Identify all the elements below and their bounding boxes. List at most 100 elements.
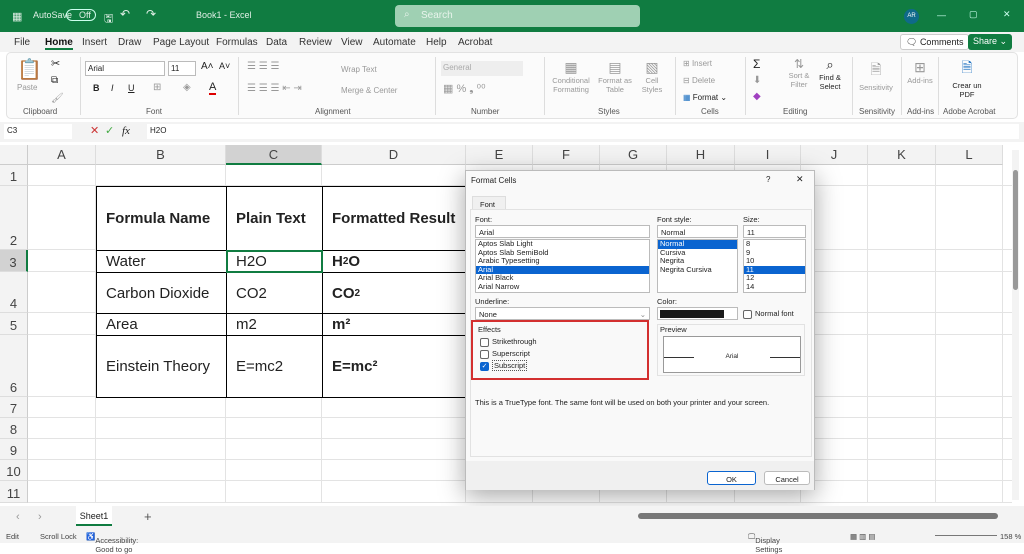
add-sheet-button[interactable]: + [144,509,152,524]
horizontal-scrollbar[interactable] [638,513,998,519]
font-color-icon[interactable]: A [209,81,217,95]
cell-c3-selected[interactable]: H2O [226,250,323,273]
column-header-k[interactable]: K [868,145,936,165]
close-window-button[interactable]: ✕ [1003,9,1011,20]
delete-cells-button[interactable]: ⊟ Delete [683,76,715,85]
tab-data[interactable]: Data [266,37,287,48]
wrap-text-button[interactable]: Wrap Text [341,65,377,74]
share-button[interactable]: Share ⌄ [968,34,1013,50]
cell-area[interactable]: Area [96,313,227,336]
cell-einstein-theory[interactable]: Einstein Theory [96,335,227,398]
font-style-input[interactable]: Normal [657,225,738,238]
font-style-list[interactable]: Normal Cursiva Negrita Negrita Cursiva [657,239,738,293]
font-list[interactable]: Aptos Slab Light Aptos Slab SemiBold Arabi… [475,239,650,293]
bold-button[interactable]: B [93,83,100,93]
row-header-5[interactable]: 5 [0,313,28,335]
column-header-a[interactable]: A [28,145,96,165]
tab-draw[interactable]: Draw [118,37,141,48]
avatar[interactable]: AR [904,9,919,24]
font-name-select[interactable]: Arial [85,61,165,76]
row-header-9[interactable]: 9 [0,439,28,460]
column-header-c[interactable]: C [226,145,322,165]
column-header-d[interactable]: D [322,145,466,165]
row-header-3[interactable]: 3 [0,250,28,272]
size-input[interactable]: 11 [743,225,806,238]
insert-function-button[interactable]: fx [122,125,130,137]
row-header-1[interactable]: 1 [0,165,28,186]
column-header-g[interactable]: G [600,145,667,165]
row-header-10[interactable]: 10 [0,460,28,481]
row-header-2[interactable]: 2 [0,186,28,250]
tab-home[interactable]: Home [45,37,73,50]
next-sheet-icon[interactable]: › [38,511,42,523]
superscript-checkbox[interactable]: Superscript [480,349,530,359]
header-plain-text[interactable]: Plain Text [226,186,323,251]
tab-insert[interactable]: Insert [82,37,107,48]
fill-icon[interactable]: ⬇ [753,75,761,86]
view-buttons[interactable]: ▦ ▥ ▤ [850,532,875,541]
tab-font[interactable]: Font [472,196,506,210]
column-header-l[interactable]: L [936,145,1003,165]
save-icon[interactable]: 🖫 [104,10,113,29]
cell-m2-result[interactable]: m² [322,313,466,336]
help-button[interactable]: ? [766,175,770,184]
column-header-i[interactable]: I [735,145,801,165]
column-header-e[interactable]: E [466,145,533,165]
list-option[interactable]: Arabic Typesetting [476,256,649,266]
autosum-icon[interactable]: Σ [753,57,760,71]
tab-review[interactable]: Review [299,37,332,48]
format-as-table-button[interactable]: ▤ Format as Table [595,59,635,94]
sensitivity-button[interactable]: 🗎 Sensitivity [857,59,895,92]
enter-icon[interactable]: ✓ [105,124,114,137]
cell-styles-button[interactable]: ▧ Cell Styles [637,59,667,94]
header-formula-name[interactable]: Formula Name [96,186,227,251]
column-header-b[interactable]: B [96,145,226,165]
clear-icon[interactable]: ◆ [753,91,761,102]
increase-font-icon[interactable]: A˄ [201,61,214,72]
cancel-icon[interactable]: ✕ [90,124,99,137]
sheet-tab-sheet1[interactable]: Sheet1 [76,506,112,526]
row-header-11[interactable]: 11 [0,481,28,503]
align-left-icons[interactable]: ☰ ☰ ☰ ⇤ ⇥ [247,83,302,94]
zoom-level[interactable]: 158 % [1000,532,1021,541]
cancel-button[interactable]: Cancel [764,471,810,485]
size-list[interactable]: 8 9 10 11 12 14 [743,239,806,293]
list-option[interactable]: 8 [744,239,805,249]
subscript-checkbox[interactable]: ✓ Subscript [480,360,528,371]
cell-carbon-dioxide[interactable]: Carbon Dioxide [96,272,227,314]
header-formatted-result[interactable]: Formatted Result [322,186,466,251]
tab-page-layout[interactable]: Page Layout [153,37,209,48]
cell-water[interactable]: Water [96,250,227,273]
decrease-font-icon[interactable]: A˅ [219,61,230,71]
search-box[interactable]: ⌕ Search [395,5,640,27]
minimize-button[interactable]: — [937,10,946,20]
strikethrough-checkbox[interactable]: Strikethrough [480,337,537,347]
cell-co2-plain[interactable]: CO2 [226,272,323,314]
comments-button[interactable]: 🗨 Comments [900,34,970,50]
accessibility-status[interactable]: ♿ Accessibility: Good to go [86,532,138,554]
tab-view[interactable]: View [341,37,363,48]
select-all-button[interactable] [0,145,28,165]
font-size-select[interactable]: 11 [168,61,196,76]
zoom-slider[interactable] [935,535,997,536]
autosave-toggle[interactable]: Off [66,9,96,21]
crear-pdf-button[interactable]: 🗎 Crear un PDF [949,57,985,99]
italic-button[interactable]: I [111,83,114,93]
paste-button[interactable]: Paste [17,83,37,92]
number-format-select[interactable]: General [441,61,523,76]
dialog-close-button[interactable]: ✕ [796,174,804,185]
align-top-icons[interactable]: ☰ ☰ ☰ [247,61,279,72]
find-select-button[interactable]: ⌕ Find & Select [815,57,845,91]
redo-icon[interactable]: ↷ [146,7,156,21]
tab-acrobat[interactable]: Acrobat [458,37,492,48]
list-option[interactable]: 14 [744,282,805,292]
conditional-formatting-button[interactable]: ▦ Conditional Formatting [549,59,593,94]
row-header-7[interactable]: 7 [0,397,28,418]
copy-icon[interactable]: ⧉ [51,75,58,86]
cut-icon[interactable]: ✂ [51,57,60,70]
list-option[interactable]: Arial Narrow [476,282,649,292]
cell-emc2-result[interactable]: E=mc² [322,335,466,398]
merge-center-button[interactable]: Merge & Center [341,86,397,95]
cell-emc2-plain[interactable]: E=mc2 [226,335,323,398]
paste-icon[interactable]: 📋 [17,57,42,82]
